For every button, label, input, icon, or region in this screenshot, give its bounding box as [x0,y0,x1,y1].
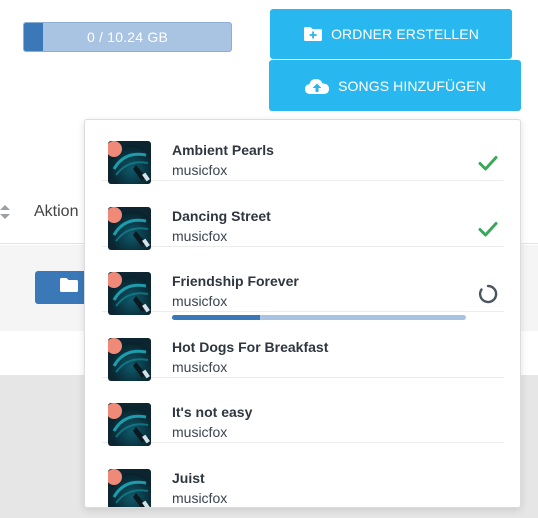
storage-usage-bar: 0 / 10.24 GB [23,22,232,52]
add-songs-button[interactable]: SONGS HINZUFÜGEN [269,60,521,111]
album-cover-image [108,272,151,316]
song-artist: musicfox [172,227,228,244]
song-title: Friendship Forever [172,273,299,290]
song-artist: musicfox [172,162,228,178]
upload-list-item[interactable]: Juist musicfox [102,444,504,507]
song-artist: musicfox [172,490,228,506]
album-cover-image [108,337,151,381]
folder-icon [59,277,79,298]
create-folder-label: ORDNER ERSTELLEN [331,26,479,42]
song-title: It's not easy [172,404,253,421]
create-folder-button[interactable]: ORDNER ERSTELLEN [270,9,512,59]
upload-list-item[interactable]: Ambient Pearls musicfox [102,120,504,184]
upload-list-item[interactable]: Friendship Forever musicfox [102,247,504,321]
folder-plus-icon [303,26,323,42]
cloud-upload-icon [304,77,330,95]
storage-usage-label: 0 / 10.24 GB [86,29,168,45]
spinner-icon [477,283,499,305]
upload-queue-dropdown: Ambient Pearls musicfox Dancing Street mus… [84,119,521,508]
sort-icon[interactable] [0,203,10,221]
song-title: Dancing Street [172,207,271,224]
song-artist: musicfox [172,358,228,375]
add-songs-label: SONGS HINZUFÜGEN [338,77,486,94]
check-icon [477,218,499,240]
song-title: Hot Dogs For Breakfast [172,338,329,355]
action-column-header: Aktion [34,203,79,220]
album-cover-image [108,403,151,447]
song-title: Juist [172,470,205,486]
upload-list-item[interactable]: Hot Dogs For Breakfast musicfox [102,313,504,381]
upload-list-item[interactable]: Dancing Street musicfox [102,182,504,250]
album-cover-image [108,469,151,507]
song-artist: musicfox [172,293,228,310]
album-cover-image [108,141,151,184]
check-icon [477,152,499,174]
song-artist: musicfox [172,424,228,441]
album-cover-image [108,206,151,250]
upload-list-item[interactable]: It's not easy musicfox [102,378,504,447]
song-title: Ambient Pearls [172,142,274,158]
upload-page: 0 / 10.24 GB ORDNER ERSTELLEN SONGS HINZ… [0,0,538,518]
